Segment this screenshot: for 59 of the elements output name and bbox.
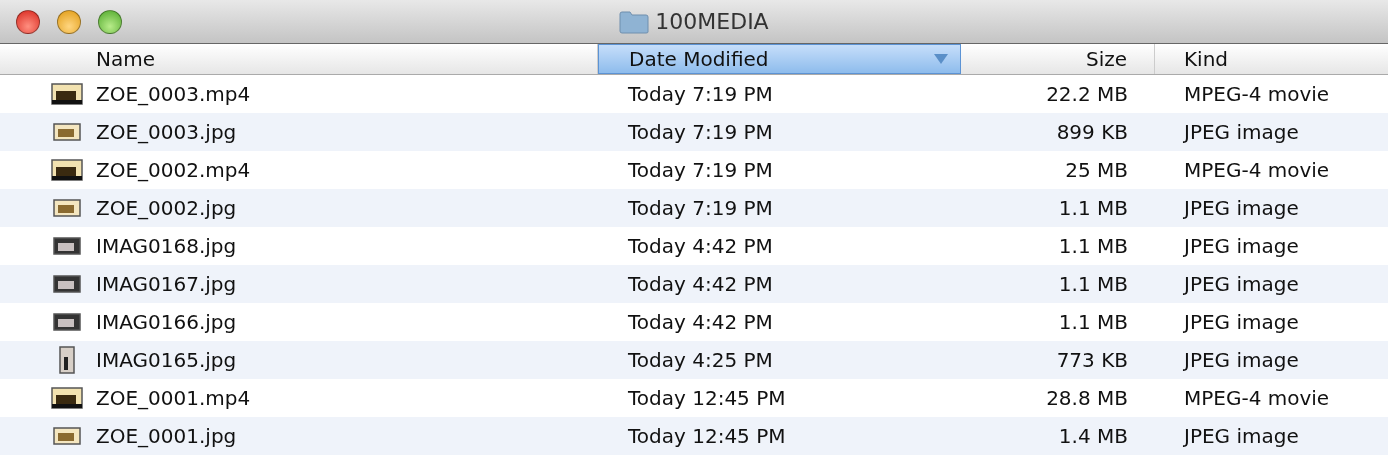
- thumbnail-icon: [53, 313, 81, 331]
- file-size: 1.1 MB: [1058, 272, 1128, 296]
- file-kind: JPEG image: [1184, 310, 1299, 334]
- file-name: ZOE_0001.jpg: [96, 424, 237, 448]
- minimize-button[interactable]: [57, 10, 81, 34]
- close-button[interactable]: [16, 10, 40, 34]
- file-kind: MPEG-4 movie: [1184, 386, 1330, 410]
- column-header[interactable]: Kind: [1155, 44, 1388, 74]
- thumbnail-icon: [59, 346, 75, 374]
- date-modified: Today 4:25 PM: [628, 348, 773, 372]
- file-name: ZOE_0003.jpg: [96, 120, 237, 144]
- thumbnail-icon: [53, 199, 81, 217]
- file-name: IMAG0168.jpg: [96, 234, 237, 258]
- file-name: ZOE_0002.jpg: [96, 196, 237, 220]
- file-kind: JPEG image: [1184, 120, 1299, 144]
- thumbnail-icon: [51, 83, 83, 105]
- sort-arrow-icon: [934, 54, 948, 64]
- file-name: IMAG0167.jpg: [96, 272, 237, 296]
- thumbnail-icon: [51, 159, 83, 181]
- file-size: 1.4 MB: [1058, 424, 1128, 448]
- thumbnail-icon: [51, 387, 83, 409]
- date-modified: Today 4:42 PM: [628, 234, 773, 258]
- file-kind: JPEG image: [1184, 196, 1299, 220]
- file-size: 1.1 MB: [1058, 234, 1128, 258]
- file-kind: MPEG-4 movie: [1184, 158, 1330, 182]
- date-modified: Today 7:19 PM: [628, 158, 773, 182]
- file-name: ZOE_0003.mp4: [96, 82, 251, 106]
- folder-icon: [619, 9, 650, 34]
- file-name: IMAG0165.jpg: [96, 348, 237, 372]
- thumbnail-icon: [53, 123, 81, 141]
- date-modified: Today 4:42 PM: [628, 310, 773, 334]
- thumbnail-icon: [53, 275, 81, 293]
- date-modified: Today 7:19 PM: [628, 82, 773, 106]
- file-kind: MPEG-4 movie: [1184, 82, 1330, 106]
- zoom-button[interactable]: [98, 10, 122, 34]
- file-size: 1.1 MB: [1058, 196, 1128, 220]
- column-header[interactable]: Date Modified: [598, 44, 961, 74]
- file-name: IMAG0166.jpg: [96, 310, 237, 334]
- file-name: ZOE_0002.mp4: [96, 158, 251, 182]
- file-size: 899 KB: [1056, 120, 1128, 144]
- thumbnail-icon: [53, 427, 81, 445]
- file-kind: JPEG image: [1184, 272, 1299, 296]
- date-modified: Today 12:45 PM: [628, 386, 786, 410]
- file-size: 22.2 MB: [1046, 82, 1128, 106]
- date-modified: Today 12:45 PM: [628, 424, 786, 448]
- file-size: 773 KB: [1056, 348, 1128, 372]
- file-kind: JPEG image: [1184, 424, 1299, 448]
- thumbnail-icon: [53, 237, 81, 255]
- date-modified: Today 7:19 PM: [628, 120, 773, 144]
- file-size: 25 MB: [1065, 158, 1128, 182]
- file-size: 28.8 MB: [1046, 386, 1128, 410]
- file-kind: JPEG image: [1184, 234, 1299, 258]
- file-size: 1.1 MB: [1058, 310, 1128, 334]
- file-kind: JPEG image: [1184, 348, 1299, 372]
- date-modified: Today 4:42 PM: [628, 272, 773, 296]
- window-title: 100MEDIA: [655, 9, 769, 34]
- date-modified: Today 7:19 PM: [628, 196, 773, 220]
- file-name: ZOE_0001.mp4: [96, 386, 251, 410]
- column-header[interactable]: Size: [961, 44, 1155, 74]
